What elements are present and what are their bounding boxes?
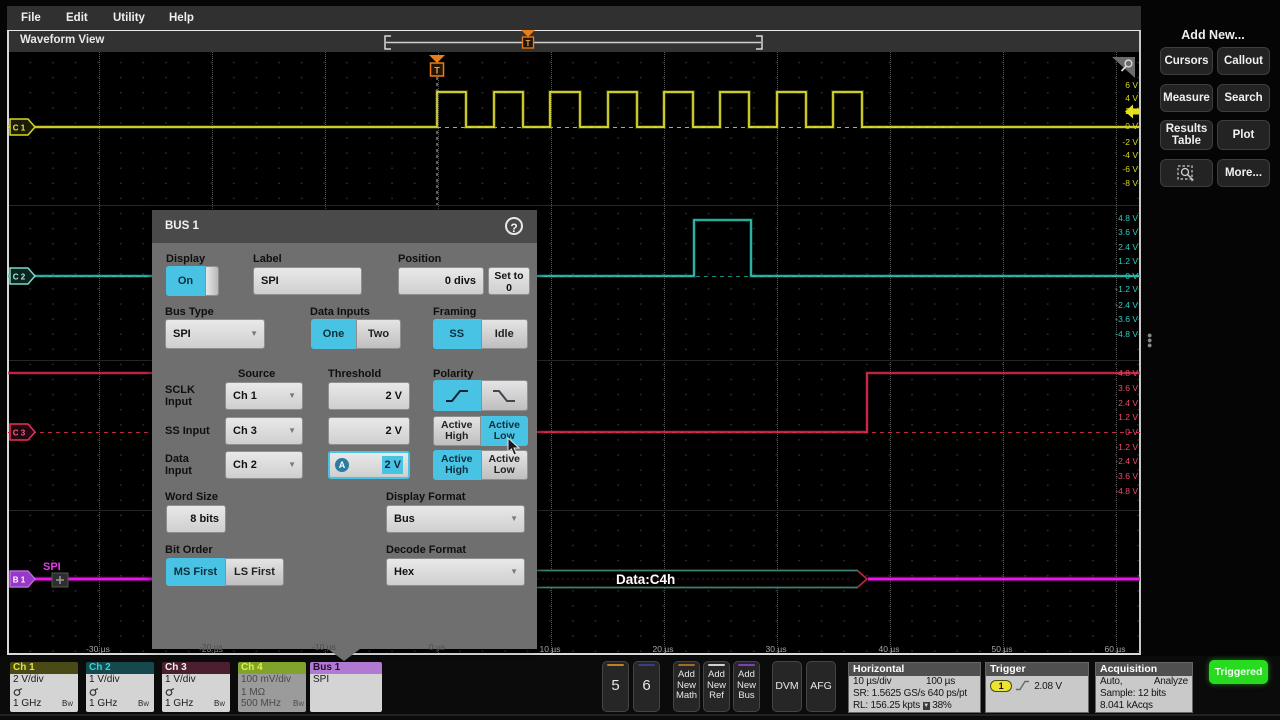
- svg-text:C 2: C 2: [13, 273, 26, 282]
- svg-text:T: T: [526, 39, 531, 48]
- svg-text:SPI: SPI: [43, 561, 61, 573]
- svg-text:T: T: [434, 66, 440, 76]
- svg-text:C 3: C 3: [13, 429, 26, 438]
- svg-text:B 1: B 1: [13, 576, 26, 585]
- svg-text:Data:C4h: Data:C4h: [616, 572, 675, 587]
- svg-text:C 1: C 1: [13, 124, 26, 133]
